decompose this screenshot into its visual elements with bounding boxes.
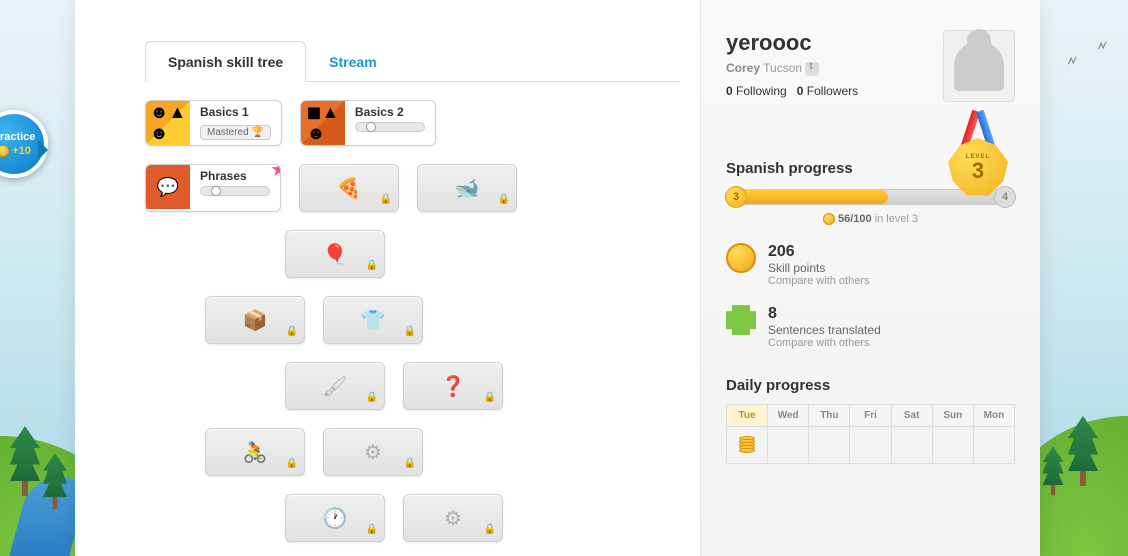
- lock-icon: 🔒: [404, 326, 416, 337]
- locked-skill[interactable]: 📦🔒: [205, 296, 305, 344]
- lock-icon: 🔒: [366, 524, 378, 535]
- compare-link[interactable]: Compare with others: [768, 275, 870, 287]
- avatar[interactable]: [943, 30, 1015, 102]
- tab-stream[interactable]: Stream: [306, 41, 399, 82]
- follow-stats: 0 Following 0 Followers: [726, 84, 858, 98]
- skill-basics-2[interactable]: ◼▲☻ Basics 2: [300, 100, 436, 146]
- lock-icon: 🔒: [366, 392, 378, 403]
- lock-icon: 🔒: [286, 458, 298, 469]
- day-cell[interactable]: Sun: [932, 404, 974, 464]
- skill-progress-bar: [355, 122, 425, 132]
- skill-title: Phrases: [200, 169, 270, 183]
- tab-skill-tree[interactable]: Spanish skill tree: [145, 41, 306, 82]
- coin-stack-icon: [739, 438, 755, 453]
- locked-skill[interactable]: 🖌🔒: [285, 362, 385, 410]
- basics-icon: ☻▲☻: [146, 101, 190, 145]
- skill-progress-bar: [200, 186, 270, 196]
- day-cell[interactable]: Fri: [849, 404, 891, 464]
- skill-tree-panel: Practice +10 Spanish skill tree Stream ☻…: [75, 0, 700, 556]
- lock-icon: 🔒: [366, 260, 378, 271]
- star-icon: ★: [270, 164, 281, 182]
- skill-phrases[interactable]: ★ 💬 Phrases: [145, 164, 281, 212]
- coin-icon: [823, 213, 835, 225]
- skill-basics-1[interactable]: ☻▲☻ Basics 1 Mastered 🏆: [145, 100, 282, 146]
- locked-skill[interactable]: 🐋🔒: [417, 164, 517, 212]
- day-cell[interactable]: Mon: [973, 404, 1015, 464]
- stat-sentences: 8 Sentences translated Compare with othe…: [726, 305, 1015, 349]
- lock-icon: 🔒: [404, 458, 416, 469]
- day-cell[interactable]: Thu: [808, 404, 850, 464]
- locked-skill[interactable]: 🎈🔒: [285, 230, 385, 278]
- daily-grid: Tue Wed Thu Fri Sat Sun Mon: [726, 404, 1015, 464]
- phrases-icon: 💬: [146, 165, 190, 209]
- practice-badge[interactable]: Practice +10: [0, 110, 75, 185]
- profile-panel: yeroooc Corey Tucson 0 Following 0 Follo…: [700, 0, 1040, 556]
- practice-label: Practice: [0, 131, 35, 143]
- locked-skill[interactable]: 🚴🔒: [205, 428, 305, 476]
- lock-icon: 🔒: [484, 524, 496, 535]
- puzzle-icon: [726, 305, 756, 335]
- locked-skill[interactable]: ⚙🔒: [323, 428, 423, 476]
- stat-skill-points: 206 Skill points Compare with others: [726, 243, 1015, 287]
- locked-skill[interactable]: 🕐🔒: [285, 494, 385, 542]
- locked-skill[interactable]: ⚙🔒: [403, 494, 503, 542]
- bird-icon: 𐊏: [1068, 55, 1078, 72]
- bird-icon: 𐊏: [1098, 40, 1108, 57]
- daily-title: Daily progress: [726, 377, 1015, 394]
- tabs: Spanish skill tree Stream: [145, 40, 680, 82]
- progress-start-level: 3: [725, 186, 747, 208]
- mastered-badge: Mastered 🏆: [200, 125, 271, 140]
- lock-icon: 🔒: [498, 194, 510, 205]
- skill-title: Basics 2: [355, 105, 425, 119]
- coin-icon: [726, 243, 756, 273]
- basics-icon: ◼▲☻: [301, 101, 345, 145]
- twitter-icon[interactable]: [805, 62, 819, 76]
- day-cell[interactable]: Wed: [767, 404, 809, 464]
- skill-title: Basics 1: [200, 105, 271, 119]
- progress-caption: 56/100 in level 3: [726, 213, 1015, 225]
- lock-icon: 🔒: [286, 326, 298, 337]
- main-card: Practice +10 Spanish skill tree Stream ☻…: [75, 0, 1040, 556]
- compare-link[interactable]: Compare with others: [768, 337, 881, 349]
- locked-skill[interactable]: 👕🔒: [323, 296, 423, 344]
- level-medal: LEVEL 3: [938, 110, 1018, 200]
- user-meta: Corey Tucson: [726, 61, 858, 76]
- locked-skill[interactable]: ❓🔒: [403, 362, 503, 410]
- username: yeroooc: [726, 30, 858, 56]
- day-cell[interactable]: Sat: [891, 404, 933, 464]
- lock-icon: 🔒: [380, 194, 392, 205]
- day-cell[interactable]: Tue: [726, 404, 768, 464]
- locked-skill[interactable]: 🍕🔒: [299, 164, 399, 212]
- lock-icon: 🔒: [484, 392, 496, 403]
